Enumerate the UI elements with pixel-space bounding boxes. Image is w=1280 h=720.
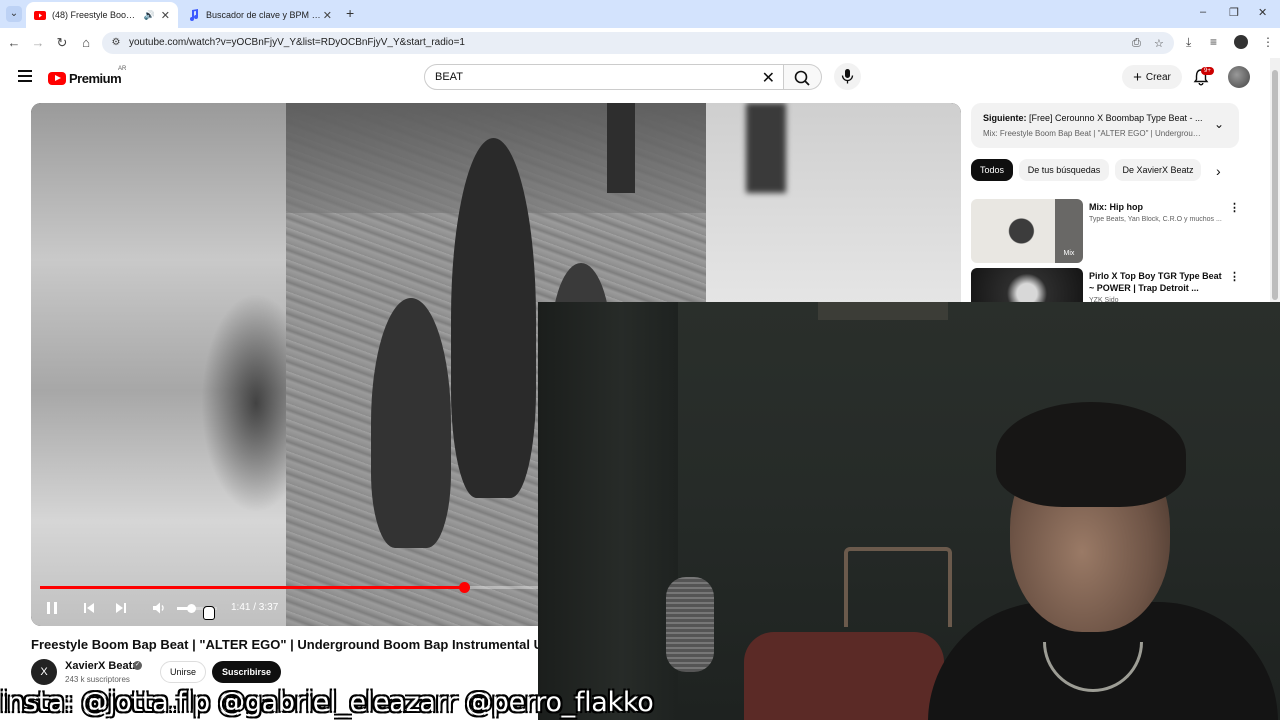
- next-icon: [116, 603, 126, 613]
- up-next-video-title: [Free] Cerounno X Boombap Type Beat - ..…: [1029, 113, 1203, 123]
- webcam-wall-sign: [818, 302, 948, 320]
- restore-window-icon[interactable]: ❐: [1229, 6, 1239, 19]
- close-tab-icon[interactable]: ✕: [161, 9, 170, 22]
- account-avatar[interactable]: [1228, 66, 1250, 88]
- video-blurred-post: [746, 103, 786, 193]
- webcam-curtain: [538, 302, 678, 720]
- webcam-person-hair: [996, 402, 1186, 507]
- more-options-icon[interactable]: ⋮: [1229, 270, 1240, 283]
- search-button[interactable]: [784, 64, 822, 90]
- speaker-icon[interactable]: 🔊: [144, 10, 155, 21]
- channel-avatar[interactable]: X: [31, 659, 57, 685]
- microphone-icon: [841, 69, 854, 84]
- video-bollard: [607, 103, 635, 193]
- more-options-icon[interactable]: ⋮: [1229, 201, 1240, 214]
- video-silhouette-main: [451, 138, 536, 498]
- chevron-down-icon[interactable]: ⌄: [1214, 117, 1224, 131]
- up-next-title: Siguiente: [Free] Cerounno X Boombap Typ…: [983, 113, 1203, 123]
- page-scrollbar-thumb[interactable]: [1272, 70, 1278, 300]
- minimize-window-icon[interactable]: –: [1200, 6, 1206, 18]
- install-app-icon[interactable]: ⎙: [1132, 37, 1141, 50]
- up-next-panel[interactable]: Siguiente: [Free] Cerounno X Boombap Typ…: [971, 103, 1239, 148]
- notification-count-badge: 9+: [1201, 67, 1214, 75]
- recommendation-title[interactable]: Mix: Hip hop: [1089, 201, 1229, 213]
- guide-menu-icon[interactable]: [18, 70, 32, 82]
- recommendation-meta: Type Beats, Yan Block, C.R.O y muchos ..…: [1089, 216, 1222, 223]
- search-input[interactable]: BEAT ✕: [424, 64, 784, 90]
- tab-key-bpm-finder[interactable]: Buscador de clave y BPM de canciones ✕: [180, 2, 340, 28]
- webcam-overlay: [538, 302, 1280, 720]
- browser-menu-icon[interactable]: ⋮: [1262, 35, 1274, 49]
- voice-search-button[interactable]: [834, 63, 861, 90]
- join-button[interactable]: Unirse: [160, 661, 206, 683]
- volume-slider-handle[interactable]: [187, 604, 196, 613]
- profile-avatar-icon[interactable]: [1234, 35, 1248, 49]
- home-icon[interactable]: ⌂: [78, 35, 94, 51]
- chevron-right-icon[interactable]: ›: [1216, 163, 1221, 179]
- youtube-play-logo-icon: [48, 71, 66, 85]
- create-button[interactable]: + Crear: [1122, 65, 1182, 89]
- recommendation-title[interactable]: Pirlo X Top Boy TGR Type Beat ~ POWER | …: [1089, 270, 1229, 294]
- new-tab-button[interactable]: +: [346, 5, 354, 21]
- youtube-favicon-icon: [34, 9, 46, 21]
- bookmark-star-icon[interactable]: ☆: [1154, 37, 1164, 50]
- up-next-playlist: Mix: Freestyle Boom Bap Beat | "ALTER EG…: [983, 129, 1203, 138]
- back-icon[interactable]: ←: [6, 35, 22, 51]
- previous-icon: [84, 603, 94, 613]
- social-handles-caption: insta: @jotta.flp @gabriel_eleazarr @per…: [0, 687, 654, 718]
- browser-tab-strip: ⌄ (48) Freestyle Boom Bap Beat 🔊 ✕ Busca…: [0, 0, 1280, 28]
- youtube-premium-logo[interactable]: Premium AR: [48, 66, 126, 88]
- downloads-icon[interactable]: ⤓: [1186, 35, 1191, 50]
- tab-search-button[interactable]: ⌄: [6, 6, 22, 22]
- webcam-microphone: [666, 577, 714, 672]
- chip-de-xavierx-beatz[interactable]: De XavierX Beatz: [1115, 159, 1201, 181]
- pause-icon: [47, 602, 57, 614]
- time-display: 1:41 / 3:37: [231, 602, 279, 613]
- chip-todos[interactable]: Todos: [971, 159, 1013, 181]
- address-toolbar: ← → ↻ ⌂ ⚙ youtube.com/watch?v=yOCBnFjyV_…: [0, 28, 1280, 58]
- verified-check-icon: ✓: [133, 661, 142, 670]
- url-text[interactable]: youtube.com/watch?v=yOCBnFjyV_Y&list=RDy…: [129, 37, 465, 48]
- recommendation-item[interactable]: Mix Mix: Hip hop Type Beats, Yan Block, …: [971, 199, 1241, 263]
- mouse-cursor-icon: [203, 606, 215, 620]
- music-favicon-icon: [188, 9, 200, 21]
- pause-button[interactable]: [42, 598, 62, 618]
- volume-icon: [153, 602, 164, 614]
- omnibox[interactable]: ⚙ youtube.com/watch?v=yOCBnFjyV_Y&list=R…: [102, 32, 1174, 54]
- plus-icon: +: [1133, 68, 1142, 86]
- subscriber-count: 243 k suscriptores: [65, 675, 130, 684]
- webcam-chair: [844, 547, 952, 627]
- search-icon: [794, 70, 810, 86]
- up-next-prefix: Siguiente:: [983, 113, 1027, 123]
- progress-scrubber[interactable]: [459, 582, 471, 593]
- reload-icon[interactable]: ↻: [54, 35, 70, 51]
- channel-name[interactable]: XavierX Beatz: [65, 660, 138, 672]
- video-title: Freestyle Boom Bap Beat | "ALTER EGO" | …: [31, 637, 538, 652]
- previous-button[interactable]: [79, 598, 99, 618]
- chip-de-tus-busquedas[interactable]: De tus búsquedas: [1019, 159, 1109, 181]
- logo-country-code: AR: [118, 66, 127, 72]
- video-silhouette-shadow: [371, 298, 451, 548]
- site-info-icon[interactable]: ⚙: [110, 37, 122, 49]
- recommendation-thumbnail[interactable]: Mix: [971, 199, 1083, 263]
- tab-youtube[interactable]: (48) Freestyle Boom Bap Beat 🔊 ✕: [26, 2, 178, 28]
- mute-button[interactable]: [149, 598, 169, 618]
- webcam-red-pillow: [744, 632, 944, 720]
- media-controls-icon[interactable]: ≡: [1210, 35, 1217, 49]
- tab-title: Buscador de clave y BPM de canciones: [206, 10, 321, 20]
- logo-wordmark: Premium: [69, 70, 122, 86]
- search-query: BEAT: [435, 71, 463, 83]
- next-button[interactable]: [111, 598, 131, 618]
- progress-played: [40, 586, 465, 589]
- create-label: Crear: [1145, 71, 1171, 83]
- mix-badge: Mix: [1055, 199, 1083, 263]
- youtube-masthead: Premium AR BEAT ✕ + Crear 9+: [0, 58, 1270, 98]
- subscribe-button[interactable]: Suscribirse: [212, 661, 281, 683]
- forward-icon[interactable]: →: [30, 35, 46, 51]
- tab-title: (48) Freestyle Boom Bap Beat: [52, 10, 140, 20]
- close-tab-icon[interactable]: ✕: [323, 9, 332, 22]
- clear-search-icon[interactable]: ✕: [762, 68, 775, 88]
- close-window-icon[interactable]: ✕: [1258, 6, 1267, 19]
